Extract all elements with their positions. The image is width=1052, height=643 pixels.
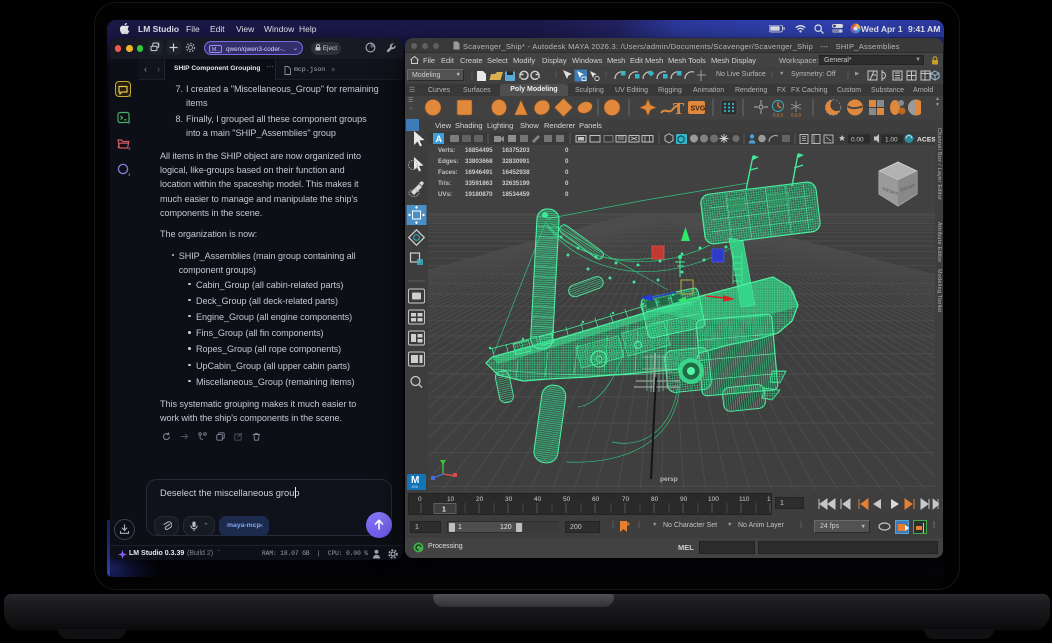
svg-text:5,0,0: 5,0,0: [791, 113, 802, 118]
svg-text:1.00: 1.00: [885, 137, 898, 144]
svg-text:70: 70: [622, 496, 630, 503]
svg-text:0: 0: [565, 158, 569, 165]
svg-text:80: 80: [651, 496, 659, 503]
svg-text:19180870: 19180870: [465, 191, 493, 198]
svg-text:1: 1: [442, 507, 446, 514]
svg-text:16452938: 16452938: [502, 169, 530, 176]
svg-text:33803668: 33803668: [465, 158, 493, 165]
svg-text:Verts:: Verts:: [438, 147, 455, 154]
svg-text:60: 60: [592, 496, 600, 503]
svg-text:SVG: SVG: [691, 106, 706, 113]
svg-text:16946491: 16946491: [465, 169, 493, 176]
svg-text:0: 0: [565, 191, 569, 198]
svg-text:Faces:: Faces:: [438, 169, 458, 176]
svg-text:0: 0: [418, 496, 422, 503]
svg-text:Tris:: Tris:: [438, 180, 451, 187]
svg-text:A: A: [436, 134, 443, 144]
svg-text:10: 10: [447, 496, 455, 503]
svg-text:ACES: ACES: [917, 137, 935, 144]
svg-text:16375203: 16375203: [502, 147, 530, 154]
svg-text:33591863: 33591863: [465, 180, 493, 187]
svg-text:50: 50: [563, 496, 571, 503]
svg-text:0.00: 0.00: [851, 137, 864, 144]
svg-text:0: 0: [565, 180, 569, 187]
svg-text:18534459: 18534459: [502, 191, 530, 198]
svg-text:Edges:: Edges:: [438, 158, 459, 165]
svg-text:32635199: 32635199: [502, 180, 530, 187]
svg-text:20: 20: [476, 496, 484, 503]
svg-text:110: 110: [739, 496, 750, 503]
svg-text:16854495: 16854495: [465, 147, 493, 154]
svg-text:persp: persp: [660, 476, 678, 483]
svg-text:32830991: 32830991: [502, 158, 530, 165]
svg-text:90: 90: [680, 496, 688, 503]
svg-text:30: 30: [505, 496, 513, 503]
svg-text:5,0,0: 5,0,0: [773, 113, 784, 118]
svg-text:100: 100: [708, 496, 719, 503]
svg-text:0: 0: [565, 147, 569, 154]
svg-text:1: 1: [767, 496, 771, 503]
svg-text:T: T: [673, 99, 685, 118]
svg-text:0: 0: [565, 169, 569, 176]
svg-text:40: 40: [534, 496, 542, 503]
svg-text:UVs:: UVs:: [438, 191, 452, 198]
